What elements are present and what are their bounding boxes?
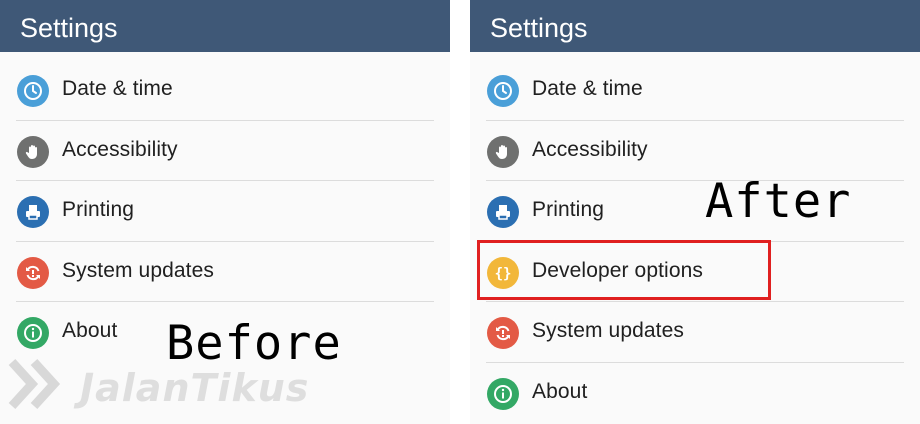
settings-item-label: System updates bbox=[62, 258, 214, 282]
settings-item-printing[interactable]: Printing bbox=[470, 181, 920, 242]
watermark-text: JalanTikus bbox=[80, 366, 310, 410]
appbar-title: Settings bbox=[20, 13, 118, 43]
settings-item-accessibility[interactable]: Accessibility bbox=[470, 121, 920, 181]
printer-icon bbox=[17, 196, 49, 228]
settings-item-label: Accessibility bbox=[62, 137, 178, 161]
appbar-title: Settings bbox=[490, 13, 588, 43]
settings-item-about[interactable]: About bbox=[470, 363, 920, 424]
clock-icon bbox=[487, 75, 519, 107]
appbar-after: Settings bbox=[470, 0, 920, 52]
settings-item-accessibility[interactable]: Accessibility bbox=[0, 121, 450, 181]
settings-item-label: System updates bbox=[532, 319, 684, 342]
settings-item-label: Accessibility bbox=[532, 137, 648, 161]
settings-item-printing[interactable]: Printing bbox=[0, 181, 450, 242]
refresh-icon bbox=[487, 317, 519, 349]
settings-item-label: Date & time bbox=[62, 77, 173, 100]
refresh-icon bbox=[17, 256, 49, 289]
settings-item-label: About bbox=[532, 379, 588, 403]
settings-panel-after: Settings Date & time Accessibility Print… bbox=[470, 0, 920, 424]
info-icon bbox=[487, 377, 519, 410]
settings-item-label: About bbox=[62, 319, 118, 342]
watermark-logo: JalanTikus bbox=[8, 354, 328, 418]
hand-icon bbox=[487, 135, 519, 168]
settings-item-date-time[interactable]: Date & time bbox=[0, 60, 450, 121]
printer-icon bbox=[487, 196, 519, 228]
watermark-chevron-icon bbox=[8, 358, 61, 410]
developer-options-highlight bbox=[477, 240, 771, 300]
settings-item-date-time[interactable]: Date & time bbox=[470, 60, 920, 121]
hand-icon bbox=[17, 135, 49, 168]
settings-item-label: Printing bbox=[532, 198, 605, 221]
clock-icon bbox=[17, 75, 49, 107]
info-icon bbox=[17, 317, 49, 349]
settings-item-system-updates[interactable]: System updates bbox=[470, 302, 920, 363]
settings-item-label: Printing bbox=[62, 198, 135, 221]
settings-item-label: Date & time bbox=[532, 77, 643, 100]
settings-item-system-updates[interactable]: System updates bbox=[0, 242, 450, 302]
appbar-before: Settings bbox=[0, 0, 450, 52]
caption-after: After bbox=[705, 174, 852, 229]
